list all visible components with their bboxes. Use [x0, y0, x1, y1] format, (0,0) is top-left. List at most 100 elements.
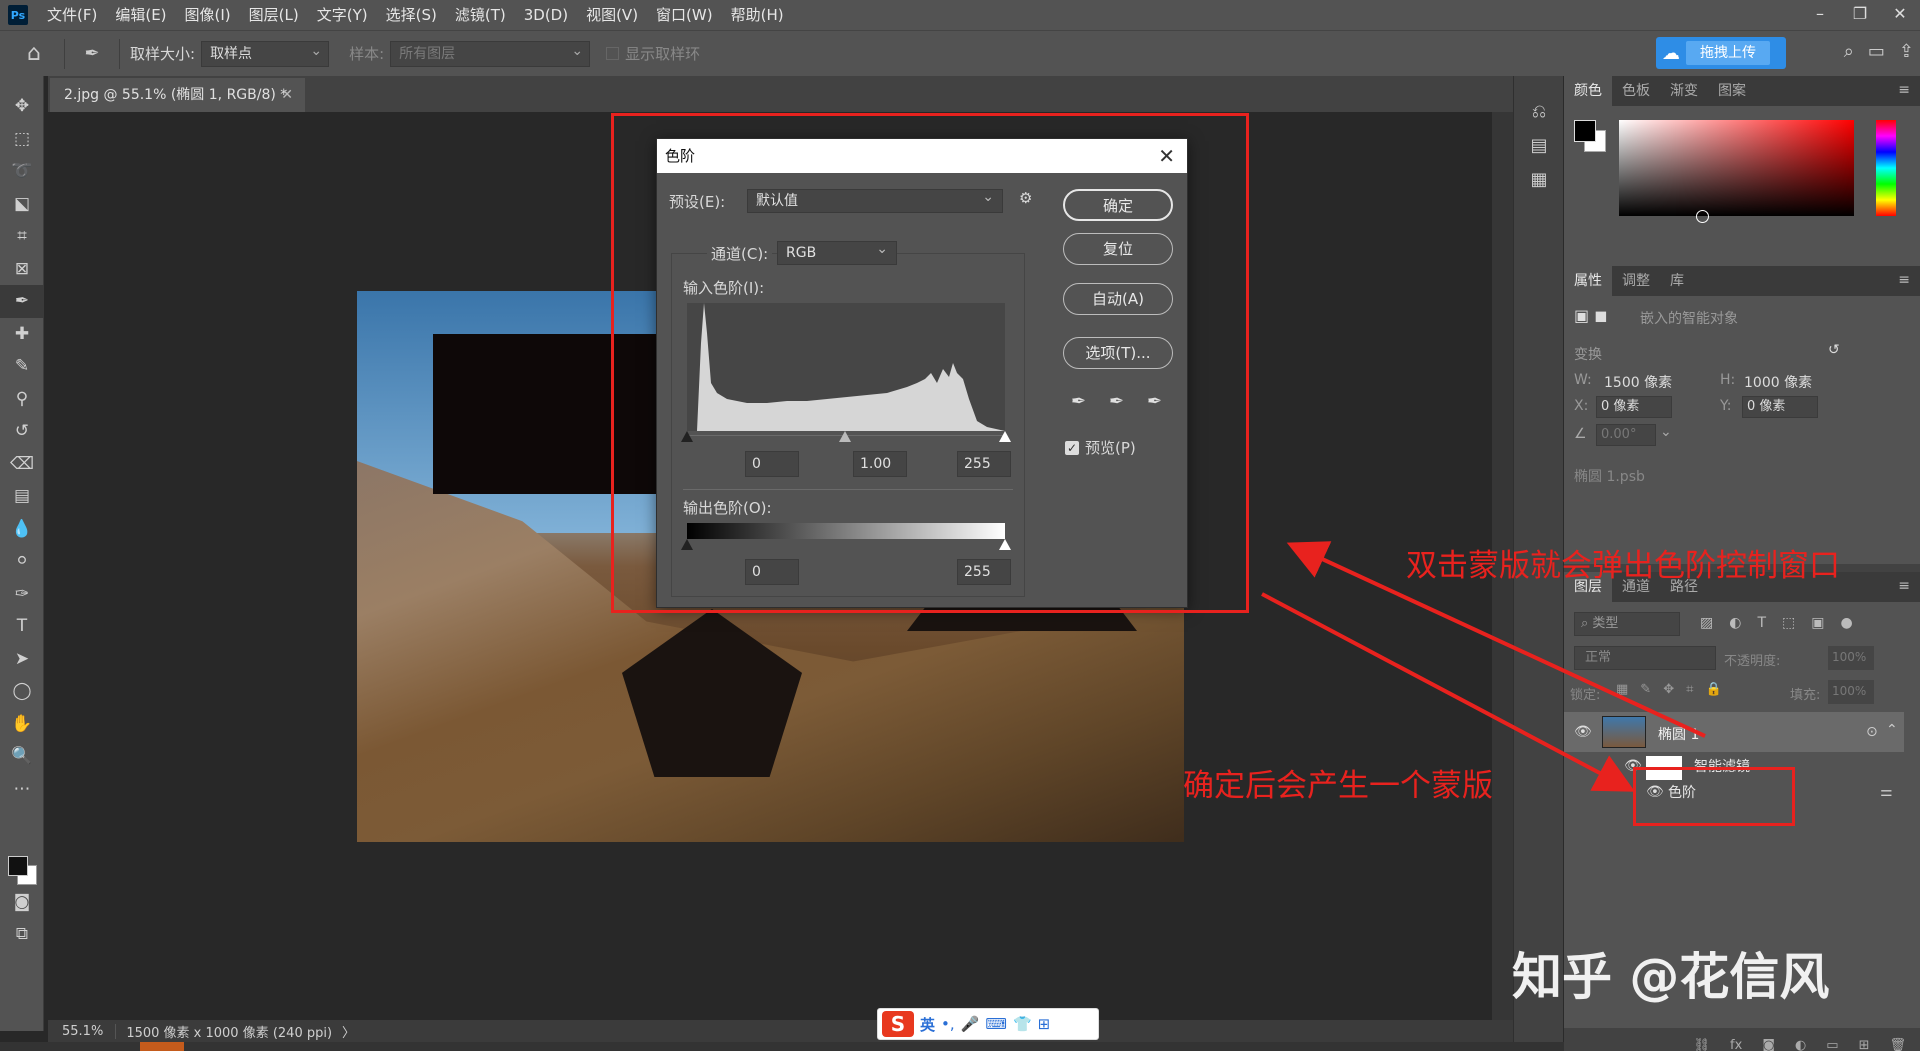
close-icon[interactable]: ✕ [1880, 0, 1920, 30]
zoom-tool-icon[interactable]: 🔍 [0, 740, 44, 773]
sample-select[interactable]: 所有图层 [390, 39, 591, 67]
dodge-tool-icon[interactable]: ⚪ [0, 545, 44, 578]
frame-tool-icon[interactable]: ⊠ [0, 253, 44, 286]
tab-swatches[interactable]: 色板 [1612, 76, 1660, 106]
menu-window[interactable]: 窗口(W) [647, 0, 722, 30]
panel-menu-icon[interactable]: ≡ [1898, 82, 1910, 98]
marquee-tool-icon[interactable]: ⬚ [0, 123, 44, 156]
eyedropper-tool-icon[interactable]: ✒ [0, 285, 44, 318]
menu-select[interactable]: 选择(S) [377, 0, 446, 30]
share-icon[interactable]: ⇪ [1899, 41, 1914, 62]
home-icon[interactable]: ⌂ [14, 41, 54, 66]
eraser-tool-icon[interactable]: ⌫ [0, 448, 44, 481]
blend-mode-select[interactable]: 正常 [1574, 646, 1716, 670]
skin-icon[interactable]: 👕 [1013, 1015, 1032, 1033]
restore-icon[interactable]: ❐ [1840, 0, 1880, 30]
angle-field[interactable]: 0.00° [1596, 424, 1656, 446]
adjustment-filter-icon[interactable]: ◐ [1729, 615, 1741, 631]
pixel-filter-icon[interactable]: ▨ [1700, 615, 1713, 631]
shape-filter-icon[interactable]: ⬚ [1782, 615, 1795, 631]
more-tools-icon[interactable]: ⋯ [0, 773, 44, 806]
crop-tool-icon[interactable]: ⌗ [0, 220, 44, 253]
gradient-tool-icon[interactable]: ▤ [0, 480, 44, 513]
trash-icon[interactable]: 🗑 [1889, 1038, 1906, 1051]
document-tab[interactable]: 2.jpg @ 55.1% (椭圆 1, RGB/8) * ✕ [50, 78, 305, 112]
smart-filter-badge-icon[interactable]: ⊙ [1866, 724, 1878, 740]
tab-adjustments[interactable]: 调整 [1612, 266, 1660, 296]
workspace-icon[interactable]: ▭ [1868, 41, 1885, 62]
ellipse-tool-icon[interactable]: ◯ [0, 675, 44, 708]
menu-3d[interactable]: 3D(D) [515, 0, 577, 30]
tab-patterns[interactable]: 图案 [1708, 76, 1756, 106]
brush-tool-icon[interactable]: ✎ [0, 350, 44, 383]
notes-panel-icon[interactable]: ▦ [1514, 162, 1564, 196]
fill-field[interactable]: 100% [1828, 680, 1874, 704]
adjustment-layer-icon[interactable]: ◐ [1795, 1038, 1806, 1051]
chevron-up-icon[interactable]: ⌃ [1886, 722, 1898, 738]
clone-stamp-tool-icon[interactable]: ⚲ [0, 383, 44, 416]
opacity-field[interactable]: 100% [1828, 646, 1874, 670]
color-picker-handle[interactable] [1696, 210, 1709, 223]
menu-image[interactable]: 图像(I) [176, 0, 240, 30]
hand-tool-icon[interactable]: ✋ [0, 708, 44, 741]
screen-mode-icon[interactable]: ⧉ [0, 918, 44, 951]
minimize-icon[interactable]: – [1800, 0, 1840, 30]
layer-filter-select[interactable]: ⌕ 类型 [1574, 612, 1680, 636]
sample-size-select[interactable]: 取样点 [201, 39, 330, 67]
show-ring-checkbox[interactable] [606, 47, 620, 60]
type-filter-icon[interactable]: T [1757, 615, 1766, 631]
reset-transform-icon[interactable]: ↺ [1828, 342, 1840, 358]
menu-help[interactable]: 帮助(H) [722, 0, 793, 30]
healing-brush-tool-icon[interactable]: ✚ [0, 318, 44, 351]
y-field[interactable]: 0 像素 [1742, 396, 1818, 418]
hue-slider[interactable] [1876, 120, 1896, 216]
link-layers-icon[interactable]: ⛓ [1694, 1038, 1711, 1051]
pen-tool-icon[interactable]: ✑ [0, 578, 44, 611]
color-foreground-swatch[interactable] [1574, 120, 1596, 142]
lock-all-icon[interactable]: 🔒 [1705, 682, 1721, 697]
add-mask-icon[interactable]: ◙ [1762, 1038, 1775, 1051]
chevron-down-icon[interactable]: ⌄ [1660, 424, 1672, 440]
taskbar-active-item[interactable] [140, 1042, 184, 1051]
new-layer-icon[interactable]: ⊞ [1859, 1038, 1870, 1051]
lock-position-icon[interactable]: ✥ [1663, 682, 1674, 697]
layer-name[interactable]: 椭圆 1 [1658, 724, 1699, 744]
menu-file[interactable]: 文件(F) [38, 0, 106, 30]
tab-properties[interactable]: 属性 [1564, 266, 1612, 296]
blur-tool-icon[interactable]: 💧 [0, 513, 44, 546]
lasso-tool-icon[interactable]: ➰ [0, 155, 44, 188]
history-panel-icon[interactable]: ⎌ [1514, 94, 1564, 128]
quick-mask-icon[interactable]: ◙ [0, 886, 44, 919]
object-select-tool-icon[interactable]: ⬕ [0, 188, 44, 221]
filter-options-icon[interactable]: ⚌ [1880, 784, 1893, 800]
lock-pixels-icon[interactable]: ✎ [1640, 682, 1651, 697]
foreground-color-swatch[interactable] [8, 856, 28, 876]
panel-menu-icon[interactable]: ≡ [1898, 578, 1910, 594]
eyedropper-preset-icon[interactable]: ✒ [75, 43, 109, 64]
toolbox-icon[interactable]: ⊞ [1038, 1015, 1051, 1033]
layer-style-icon[interactable]: fx [1730, 1038, 1742, 1051]
tab-libraries[interactable]: 库 [1660, 266, 1694, 296]
keyboard-icon[interactable]: ⌨ [985, 1015, 1007, 1033]
x-field[interactable]: 0 像素 [1596, 396, 1672, 418]
width-value[interactable]: 1500 像素 [1604, 372, 1672, 392]
new-group-icon[interactable]: ▭ [1826, 1038, 1838, 1051]
search-icon[interactable]: ⌕ [1844, 41, 1854, 62]
lock-transparent-icon[interactable]: ▦ [1616, 682, 1628, 697]
punctuation-icon[interactable]: •, [941, 1015, 955, 1033]
layer-row[interactable]: 👁 椭圆 1 ⊙ ⌃ [1564, 712, 1904, 752]
type-tool-icon[interactable]: T [0, 610, 44, 643]
menu-view[interactable]: 视图(V) [577, 0, 647, 30]
sogou-logo[interactable]: S [882, 1011, 914, 1037]
zoom-level[interactable]: 55.1% [48, 1023, 117, 1039]
height-value[interactable]: 1000 像素 [1744, 372, 1812, 392]
chevron-right-icon[interactable]: 〉 [342, 1022, 355, 1041]
tab-color[interactable]: 颜色 [1564, 76, 1612, 106]
lock-artboard-icon[interactable]: ⌗ [1686, 682, 1693, 697]
filter-toggle-icon[interactable]: ● [1840, 615, 1852, 631]
visibility-eye-icon[interactable]: 👁 [1574, 724, 1592, 740]
move-tool-icon[interactable]: ✥ [0, 90, 44, 123]
menu-edit[interactable]: 编辑(E) [106, 0, 175, 30]
menu-layer[interactable]: 图层(L) [240, 0, 308, 30]
cloud-upload-button[interactable]: ☁ 拖拽上传 [1656, 37, 1786, 69]
